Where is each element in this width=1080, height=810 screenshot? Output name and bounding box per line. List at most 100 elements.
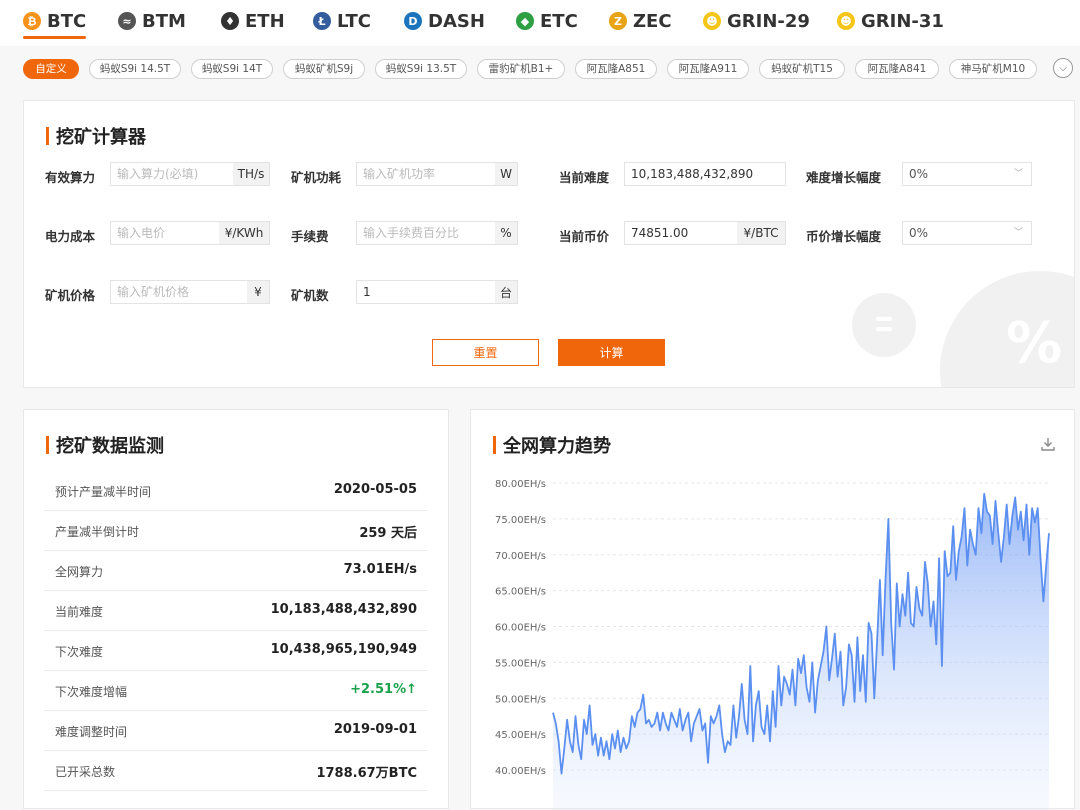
percent-decoration-icon: % [940, 271, 1074, 387]
monitor-row-key: 难度调整时间 [55, 725, 128, 739]
monitor-row: 当前难度 10,183,488,432,890 [44, 591, 427, 631]
y-tick-label: 55.00EH/s [495, 658, 546, 669]
electricity-input[interactable] [111, 222, 219, 244]
y-tick-label: 80.00EH/s [495, 479, 546, 490]
calculate-button[interactable]: 计算 [558, 339, 665, 366]
coin-tab-zec[interactable]: Z ZEC [609, 8, 672, 34]
monitor-title: 挖矿数据监测 [46, 432, 164, 458]
mining-calculator-panel: % 挖矿计算器 有效算力 TH/s 矿机功耗 W 当前难度 难度增长幅度 0% … [23, 100, 1075, 388]
miner-count-field[interactable]: 台 [356, 280, 518, 304]
difficulty-growth-label: 难度增长幅度 [806, 170, 882, 185]
difficulty-input[interactable] [625, 163, 785, 185]
coin-tab-etc[interactable]: ◆ ETC [516, 8, 578, 34]
hashrate-trend-panel: 全网算力趋势 40.00EH/s 45.00EH/s 50.00EH/s 55.00E… [470, 409, 1075, 810]
monitor-row-key: 预计产量减半时间 [55, 485, 152, 499]
zcash-icon: Z [609, 12, 627, 30]
litecoin-icon: Ł [313, 12, 331, 30]
fee-field[interactable]: % [356, 221, 518, 245]
miner-count-label: 矿机数 [291, 288, 329, 303]
coin-tab-dash[interactable]: D DASH [404, 8, 485, 34]
monitor-row-key: 已开采总数 [55, 765, 116, 779]
chip-miner-preset[interactable]: 神马矿机M10 [949, 59, 1037, 79]
fee-unit: % [495, 222, 517, 244]
hashrate-field[interactable]: TH/s [110, 162, 270, 186]
coin-tab-btc[interactable]: ₿ BTC [23, 8, 87, 39]
electricity-field[interactable]: ¥/KWh [110, 221, 270, 245]
chip-miner-preset[interactable]: 蚂蚁S9i 14T [191, 59, 273, 79]
chip-miner-preset[interactable]: 阿瓦隆A841 [855, 59, 939, 79]
coin-tab-eth[interactable]: ♦ ETH [221, 8, 285, 34]
trend-title: 全网算力趋势 [493, 432, 611, 458]
coin-tab-label: ZEC [633, 10, 672, 32]
hashrate-trend-chart: 40.00EH/s 45.00EH/s 50.00EH/s 55.00EH/s 60.0… [495, 479, 1050, 810]
hashrate-input[interactable] [111, 163, 233, 185]
coin-tab-grin-29[interactable]: ☻ GRIN-29 [703, 8, 810, 34]
expand-chevron-icon[interactable]: ⌵ [1053, 58, 1073, 78]
chip-miner-preset[interactable]: 雷豹矿机B1+ [477, 59, 565, 79]
coin-tab-btm[interactable]: ≈ BTM [118, 8, 186, 34]
miner-preset-chips: ⌵ 自定义 蚂蚁S9i 14.5T 蚂蚁S9i 14T 蚂蚁矿机S9j 蚂蚁S9i 13… [0, 57, 1080, 81]
monitor-row-value: 10,183,488,432,890 [270, 602, 417, 617]
coin-tab-label: DASH [428, 10, 485, 32]
y-tick-label: 50.00EH/s [495, 694, 546, 705]
power-label: 矿机功耗 [291, 170, 342, 185]
bitcoin-icon: ₿ [23, 12, 41, 30]
electricity-label: 电力成本 [45, 229, 96, 244]
price-growth-select[interactable]: 0% ﹀ [902, 221, 1032, 245]
electricity-unit: ¥/KWh [219, 222, 269, 244]
grin-icon: ☻ [703, 12, 721, 30]
hashrate-label: 有效算力 [45, 170, 96, 185]
y-tick-label: 40.00EH/s [495, 766, 546, 777]
coin-tab-label: GRIN-31 [861, 10, 944, 32]
chevron-down-icon: ﹀ [1013, 169, 1023, 179]
coin-tab-label: BTC [47, 10, 87, 32]
calculator-title: 挖矿计算器 [46, 123, 146, 149]
coin-tab-label: GRIN-29 [727, 10, 810, 32]
chip-miner-preset[interactable]: 蚂蚁矿机S9j [283, 59, 365, 79]
grin-icon: ☻ [837, 12, 855, 30]
price-field[interactable]: ¥/BTC [624, 221, 786, 245]
chip-miner-preset[interactable]: 蚂蚁矿机T15 [759, 59, 845, 79]
price-input[interactable] [625, 222, 737, 244]
chip-miner-preset[interactable]: 阿瓦隆A911 [667, 59, 749, 79]
price-label: 当前币价 [559, 229, 610, 244]
reset-button[interactable]: 重置 [432, 339, 539, 366]
price-unit: ¥/BTC [737, 222, 785, 244]
monitor-row-key: 全网算力 [55, 565, 104, 579]
coin-tab-grin-31[interactable]: ☻ GRIN-31 [837, 8, 944, 34]
chip-miner-preset[interactable]: 蚂蚁S9i 13.5T [375, 59, 467, 79]
difficulty-label: 当前难度 [559, 170, 610, 185]
monitor-row-key: 产量减半倒计时 [55, 525, 140, 539]
monitor-row: 难度调整时间 2019-09-01 [44, 711, 427, 751]
monitor-row-value: 73.01EH/s [343, 562, 417, 577]
monitor-row: 下次难度 10,438,965,190,949 [44, 631, 427, 671]
power-field[interactable]: W [356, 162, 518, 186]
miner-price-field[interactable]: ¥ [110, 280, 270, 304]
difficulty-field[interactable] [624, 162, 786, 186]
miner-count-unit: 台 [495, 281, 517, 303]
monitor-row: 已开采总数 1788.67万BTC [44, 751, 427, 791]
hashrate-unit: TH/s [233, 163, 269, 185]
fee-input[interactable] [357, 222, 495, 244]
difficulty-growth-select[interactable]: 0% ﹀ [902, 162, 1032, 186]
power-unit: W [495, 163, 517, 185]
difficulty-growth-value: 0% [909, 167, 929, 181]
miner-price-input[interactable] [111, 281, 247, 303]
price-growth-label: 币价增长幅度 [806, 229, 882, 244]
monitor-row-value: +2.51%↑ [350, 682, 417, 697]
monitor-row: 预计产量减半时间 2020-05-05 [44, 471, 427, 511]
coin-tab-label: ETC [540, 10, 578, 32]
chip-miner-preset[interactable]: 蚂蚁S9i 14.5T [89, 59, 181, 79]
monitor-row: 产量减半倒计时 259 天后 [44, 511, 427, 551]
chip-miner-preset[interactable]: 阿瓦隆A851 [575, 59, 657, 79]
coin-tabs: ₿ BTC ≈ BTM ♦ ETH Ł LTC D DASH ◆ ETC Z ZEC ☻ GRIN-29 ☻ GR… [0, 0, 1080, 46]
coin-tab-ltc[interactable]: Ł LTC [313, 8, 371, 34]
download-icon[interactable] [1040, 436, 1056, 452]
monitor-row-value: 2020-05-05 [333, 482, 417, 497]
chip-custom[interactable]: 自定义 [23, 59, 79, 79]
monitor-row: 下次难度增幅 +2.51%↑ [44, 671, 427, 711]
miner-count-input[interactable] [357, 281, 495, 303]
power-input[interactable] [357, 163, 495, 185]
monitor-row: 全网算力 73.01EH/s [44, 551, 427, 591]
y-tick-label: 70.00EH/s [495, 551, 546, 562]
